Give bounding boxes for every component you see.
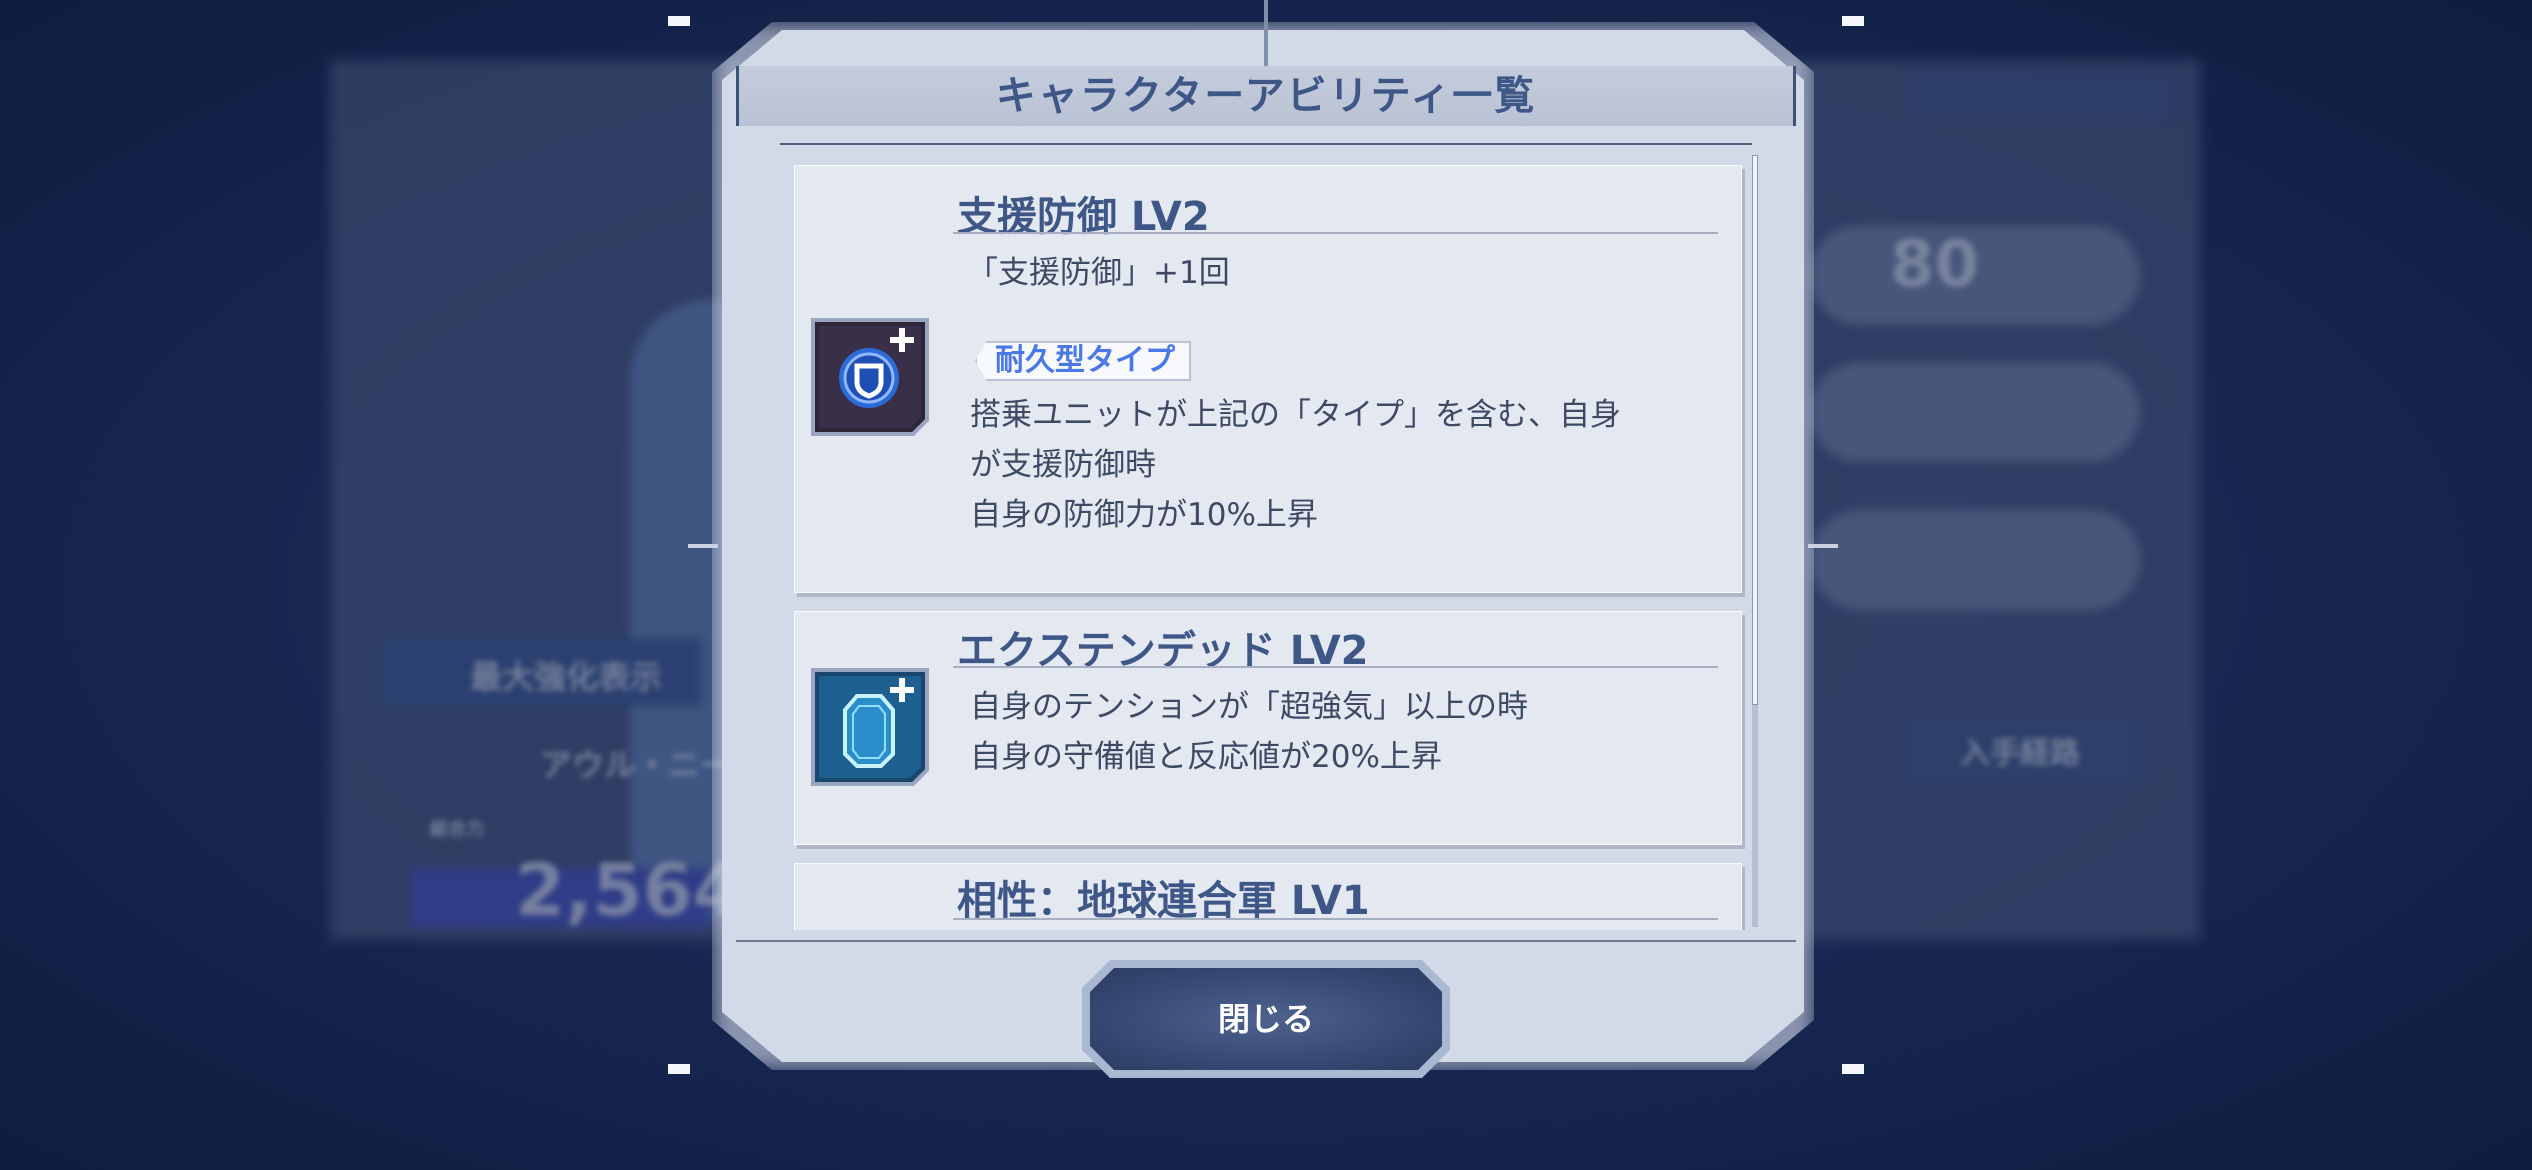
ability-effect-line: 「支援防御」+1回 [967,255,1230,291]
frame-side-tick-right [1808,544,1838,548]
modal-title: キャラクターアビリティ一覧 [995,73,1537,119]
scrollbar-thumb[interactable] [1752,155,1758,705]
frame-corner-tr [1842,16,1864,26]
title-separator [780,143,1752,145]
capsule-plus-icon [809,666,931,788]
ability-title-rule [953,666,1718,668]
ability-desc-line: 自身の防御力が10%上昇 [970,497,1318,533]
ability-list[interactable]: 支援防御 LV2 「支援防御」+1回 耐久型タイプ 搭乗ユニットが上記の「タイプ… [790,155,1745,930]
shield-plus-icon [809,316,931,438]
close-button-label[interactable]: 閉じる [1082,960,1450,1078]
ability-desc-line: が支援防御時 [970,447,1156,483]
ability-title-rule [953,232,1718,234]
ability-card: エクステンデッド LV2 自身のテンションが「超強気」以上の時 自身の守備値と反… [794,611,1742,845]
ability-desc-line: 自身のテンションが「超強気」以上の時 [970,689,1528,725]
frame-side-tick-left [688,544,718,548]
frame-corner-bl [668,1064,690,1074]
ability-desc-line: 搭乗ユニットが上記の「タイプ」を含む、自身 [970,397,1621,433]
ability-card: 相性：地球連合軍 LV1 [794,863,1742,930]
ability-card: 支援防御 LV2 「支援防御」+1回 耐久型タイプ 搭乗ユニットが上記の「タイプ… [794,165,1742,593]
ability-desc-line: 自身の守備値と反応値が20%上昇 [970,739,1442,775]
frame-corner-br [1842,1064,1864,1074]
frame-corner-tl [668,16,690,26]
footer-separator [736,940,1796,942]
ability-title-rule [953,918,1718,920]
type-tag: 耐久型タイプ [975,341,1191,381]
frame-top-tick [1264,0,1268,66]
